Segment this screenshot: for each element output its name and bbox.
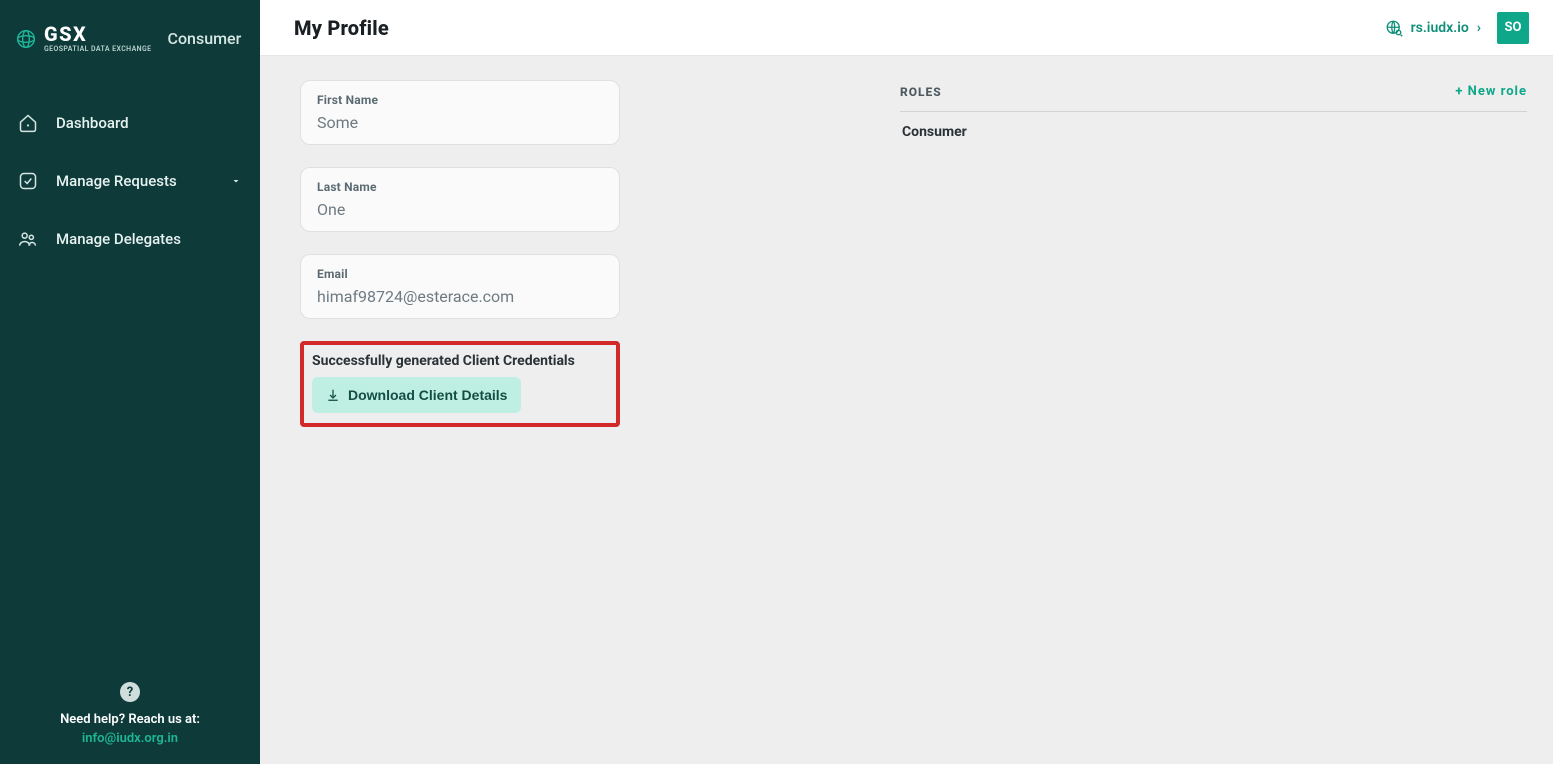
globe-search-icon — [1385, 19, 1403, 37]
roles-panel: ROLES + New role Consumer — [900, 80, 1527, 152]
first-name-field[interactable]: First Name Some — [300, 80, 620, 145]
brand-row: GSX GEOSPATIAL DATA EXCHANGE Consumer — [14, 18, 246, 75]
credentials-status: Successfully generated Client Credential… — [312, 353, 608, 369]
sidebar-item-dashboard[interactable]: Dashboard — [14, 103, 246, 143]
header-right: rs.iudx.io › SO — [1385, 12, 1529, 44]
chevron-right-icon: › — [1477, 20, 1481, 36]
last-name-value: One — [317, 200, 603, 219]
first-name-label: First Name — [317, 93, 603, 107]
sidebar-item-label: Manage Delegates — [56, 230, 181, 248]
users-icon — [18, 229, 38, 249]
email-label: Email — [317, 267, 603, 281]
sidebar-item-label: Manage Requests — [56, 172, 177, 190]
help-box: ? Need help? Reach us at: info@iudx.org.… — [14, 671, 246, 747]
new-role-button[interactable]: + New role — [1455, 84, 1527, 99]
last-name-field[interactable]: Last Name One — [300, 167, 620, 232]
first-name-value: Some — [317, 113, 603, 132]
brand-name: GSX — [44, 24, 152, 44]
sidebar: GSX GEOSPATIAL DATA EXCHANGE Consumer Da… — [0, 0, 260, 764]
role-row: Consumer — [900, 112, 1527, 152]
help-label: Need help? Reach us at: — [20, 712, 240, 727]
resource-server-label: rs.iudx.io — [1411, 20, 1469, 36]
app-root: GSX GEOSPATIAL DATA EXCHANGE Consumer Da… — [0, 0, 1553, 764]
roles-header: ROLES + New role — [900, 80, 1527, 112]
credentials-highlight: Successfully generated Client Credential… — [300, 341, 620, 427]
download-icon — [326, 388, 340, 402]
last-name-label: Last Name — [317, 180, 603, 194]
main: My Profile rs.iudx.io › SO — [260, 0, 1553, 764]
page-title: My Profile — [294, 16, 389, 40]
role-name: Consumer — [902, 124, 967, 140]
chevron-down-icon — [230, 175, 242, 187]
sidebar-item-manage-requests[interactable]: Manage Requests — [14, 161, 246, 201]
sidebar-item-manage-delegates[interactable]: Manage Delegates — [14, 219, 246, 259]
header: My Profile rs.iudx.io › SO — [260, 0, 1553, 56]
email-value: himaf98724@esterace.com — [317, 287, 603, 306]
download-client-details-button[interactable]: Download Client Details — [312, 377, 521, 413]
resource-server-link[interactable]: rs.iudx.io › — [1385, 19, 1481, 37]
help-icon: ? — [120, 682, 140, 702]
check-square-icon — [18, 171, 38, 191]
sidebar-nav: Dashboard Manage Requests — [14, 103, 246, 259]
help-email-link[interactable]: info@iudx.org.in — [20, 731, 240, 746]
sidebar-item-label: Dashboard — [56, 114, 129, 132]
profile-form: First Name Some Last Name One Email hima… — [300, 80, 860, 427]
brand: GSX GEOSPATIAL DATA EXCHANGE — [16, 24, 152, 53]
brand-role: Consumer — [168, 29, 242, 48]
home-icon — [18, 113, 38, 133]
roles-title: ROLES — [900, 85, 942, 99]
download-button-label: Download Client Details — [348, 387, 507, 403]
globe-logo-icon — [16, 29, 36, 49]
content: First Name Some Last Name One Email hima… — [260, 56, 1553, 764]
email-field[interactable]: Email himaf98724@esterace.com — [300, 254, 620, 319]
avatar[interactable]: SO — [1497, 12, 1529, 44]
brand-subtitle: GEOSPATIAL DATA EXCHANGE — [44, 46, 152, 53]
